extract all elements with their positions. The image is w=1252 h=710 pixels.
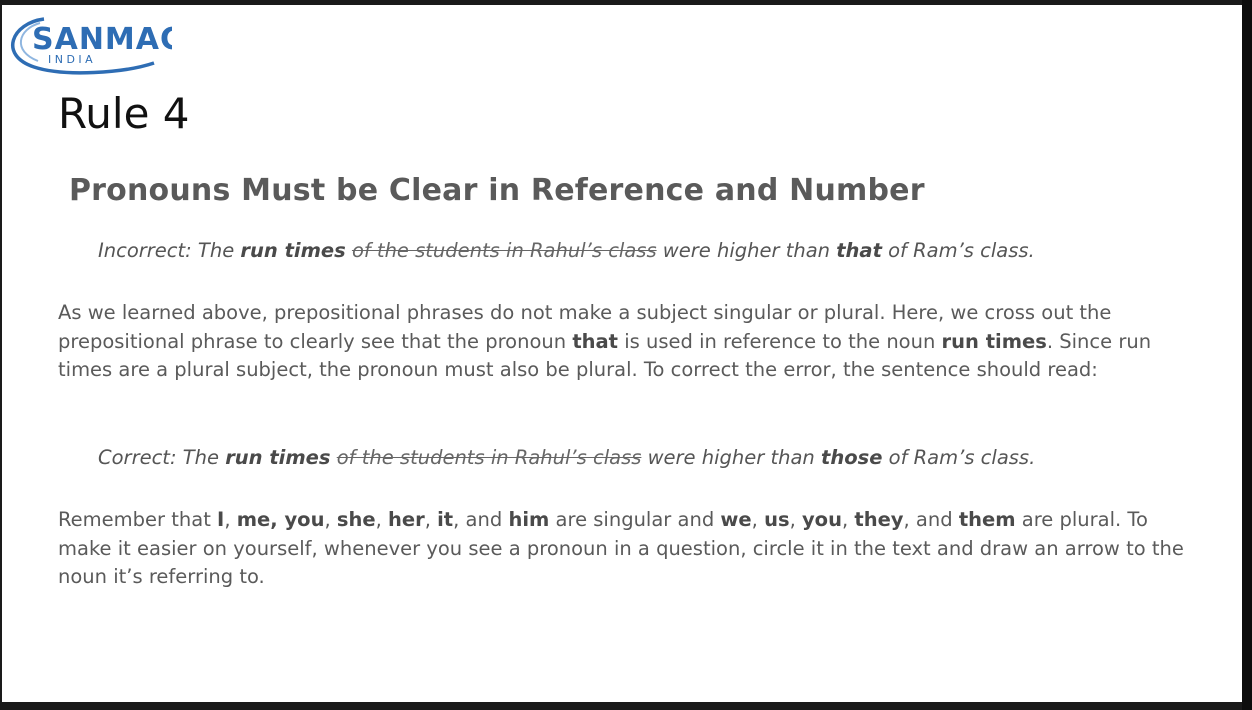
pronoun: we: [720, 508, 752, 531]
incorrect-mid: were higher than: [656, 239, 837, 262]
incorrect-struck-phrase: of the students in Rahul’s class: [351, 239, 657, 262]
correct-mid: were higher than: [641, 446, 821, 469]
separator: are singular and: [549, 508, 721, 531]
correct-pronoun: those: [821, 446, 883, 469]
svg-text:SANMACS: SANMACS: [32, 22, 172, 57]
separator: , and: [453, 508, 509, 531]
separator: ,: [841, 508, 855, 531]
incorrect-suffix: of Ram’s class.: [881, 239, 1035, 262]
separator: ,: [324, 508, 337, 531]
remember-paragraph: Remember that I, me, you, she, her, it, …: [58, 506, 1198, 592]
correct-example: Correct: The run times of the students i…: [98, 446, 1035, 469]
explanation-paragraph: As we learned above, prepositional phras…: [58, 299, 1198, 385]
correct-suffix: of Ram’s class.: [882, 446, 1036, 469]
correct-subject: run times: [225, 446, 331, 469]
explanation-pronoun: that: [572, 329, 618, 353]
sanmacs-logo: SANMACS I N D I A: [11, 17, 172, 75]
window-edge: [1242, 0, 1252, 710]
correct-prefix: Correct: The: [98, 446, 226, 469]
separator: ,: [751, 508, 765, 531]
separator: ,: [375, 508, 388, 531]
explanation-noun: run times: [941, 329, 1047, 353]
pronoun: me, you: [236, 508, 325, 531]
pronoun: they: [854, 508, 904, 531]
slide: SANMACS I N D I A Rule 4 Pronouns Must b…: [2, 5, 1242, 702]
incorrect-prefix: Incorrect: The: [98, 239, 241, 262]
incorrect-subject: run times: [240, 239, 346, 262]
pronoun: her: [387, 508, 425, 531]
incorrect-pronoun: that: [836, 239, 882, 262]
pronoun: you: [801, 508, 842, 531]
remember-text: Remember that: [58, 508, 218, 531]
incorrect-example: Incorrect: The run times of the students…: [98, 239, 1035, 262]
separator: ,: [224, 508, 237, 531]
rule-heading: Pronouns Must be Clear in Reference and …: [69, 173, 925, 208]
separator: ,: [424, 508, 438, 531]
pronoun: us: [764, 508, 790, 531]
separator: , and: [903, 508, 959, 531]
explanation-text: is used in reference to the noun: [618, 329, 942, 353]
correct-struck-phrase: of the students in Rahul’s class: [336, 446, 642, 469]
rule-title: Rule 4: [58, 89, 190, 138]
pronoun: she: [336, 508, 376, 531]
svg-text:I N D I A: I N D I A: [48, 53, 93, 66]
separator: ,: [789, 508, 802, 531]
pronoun: them: [958, 508, 1016, 531]
pronoun: him: [508, 508, 550, 531]
pronoun: it: [437, 508, 454, 531]
